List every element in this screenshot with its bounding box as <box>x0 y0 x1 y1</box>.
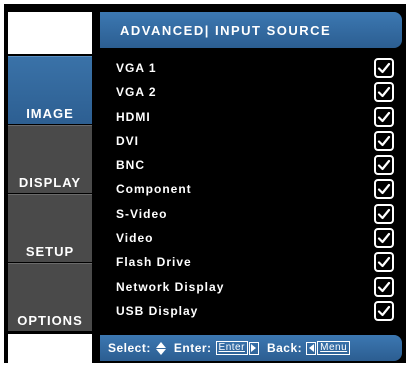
check-icon <box>377 208 391 219</box>
source-label: Flash Drive <box>116 255 192 270</box>
sidebar-item-label: DISPLAY <box>18 175 82 190</box>
sidebar-item-display[interactable]: DISPLAY <box>8 125 92 193</box>
source-label: BNC <box>116 158 145 173</box>
source-row-network-display[interactable]: Network Display <box>100 276 402 300</box>
check-icon <box>377 111 391 122</box>
sidebar-item-setup[interactable]: SETUP <box>8 194 92 262</box>
source-row-dvi[interactable]: DVI <box>100 130 402 154</box>
source-row-flash-drive[interactable]: Flash Drive <box>100 251 402 275</box>
source-row-video[interactable]: Video <box>100 227 402 251</box>
source-row-bnc[interactable]: BNC <box>100 154 402 178</box>
check-icon <box>377 232 391 244</box>
source-row-hdmi[interactable]: HDMI <box>100 106 402 130</box>
check-icon <box>377 281 391 292</box>
source-checkbox[interactable] <box>374 58 394 78</box>
enter-key: Enter <box>215 341 248 355</box>
sidebar-item-options[interactable]: OPTIONS <box>8 263 92 331</box>
source-row-s-video[interactable]: S-Video <box>100 203 402 227</box>
source-checkbox[interactable] <box>374 106 394 127</box>
source-label: Video <box>116 231 154 246</box>
source-label: VGA 1 <box>116 61 157 75</box>
sidebar-top-panel <box>8 12 92 54</box>
check-icon <box>377 135 391 146</box>
source-checkbox[interactable] <box>374 228 394 249</box>
osd-menu: IMAGE DISPLAY SETUP OPTIONS ADVANCED| IN… <box>4 4 406 363</box>
source-label: USB Display <box>116 303 199 318</box>
source-label: HDMI <box>116 109 151 124</box>
check-icon <box>377 160 391 171</box>
sidebar: IMAGE DISPLAY SETUP OPTIONS <box>4 4 98 363</box>
source-row-component[interactable]: Component <box>100 178 402 202</box>
sidebar-item-label: IMAGE <box>26 106 74 121</box>
right-arrow-icon <box>248 341 259 355</box>
left-arrow-icon <box>306 341 317 355</box>
sidebar-bottom-panel <box>8 334 92 363</box>
back-hint-label: Back: <box>266 341 303 355</box>
select-hint-label: Select: <box>108 341 151 355</box>
sidebar-item-label: OPTIONS <box>17 313 83 328</box>
source-checkbox[interactable] <box>374 252 394 273</box>
source-label: Network Display <box>116 279 225 294</box>
input-source-list: VGA 1 VGA 2 HDMI DVI BNC Component S-Vid… <box>100 57 402 324</box>
source-checkbox[interactable] <box>374 203 394 224</box>
source-checkbox[interactable] <box>374 300 394 321</box>
sidebar-item-image[interactable]: IMAGE <box>8 56 92 124</box>
source-row-vga2[interactable]: VGA 2 <box>100 81 402 105</box>
source-label: VGA 2 <box>116 85 157 100</box>
check-icon <box>377 87 391 98</box>
source-label: S-Video <box>116 206 168 221</box>
source-row-usb-display[interactable]: USB Display <box>100 300 402 324</box>
source-checkbox[interactable] <box>374 276 394 297</box>
source-label: DVI <box>116 133 140 148</box>
enter-hint-label: Enter: <box>173 341 212 355</box>
source-checkbox[interactable] <box>374 82 394 103</box>
check-icon <box>377 257 391 268</box>
check-icon <box>377 62 391 74</box>
check-icon <box>377 305 391 317</box>
source-checkbox[interactable] <box>374 130 394 151</box>
up-down-arrows-icon <box>155 341 166 355</box>
page-title: ADVANCED| INPUT SOURCE <box>100 12 402 48</box>
source-row-vga1[interactable]: VGA 1 <box>100 57 402 81</box>
check-icon <box>377 184 391 195</box>
source-label: Component <box>116 182 192 197</box>
menu-key: Menu <box>317 341 351 355</box>
sidebar-item-label: SETUP <box>25 244 75 259</box>
source-checkbox[interactable] <box>374 155 394 176</box>
source-checkbox[interactable] <box>374 179 394 200</box>
footer-hints: Select: Enter: Enter Back: Menu <box>100 335 402 361</box>
